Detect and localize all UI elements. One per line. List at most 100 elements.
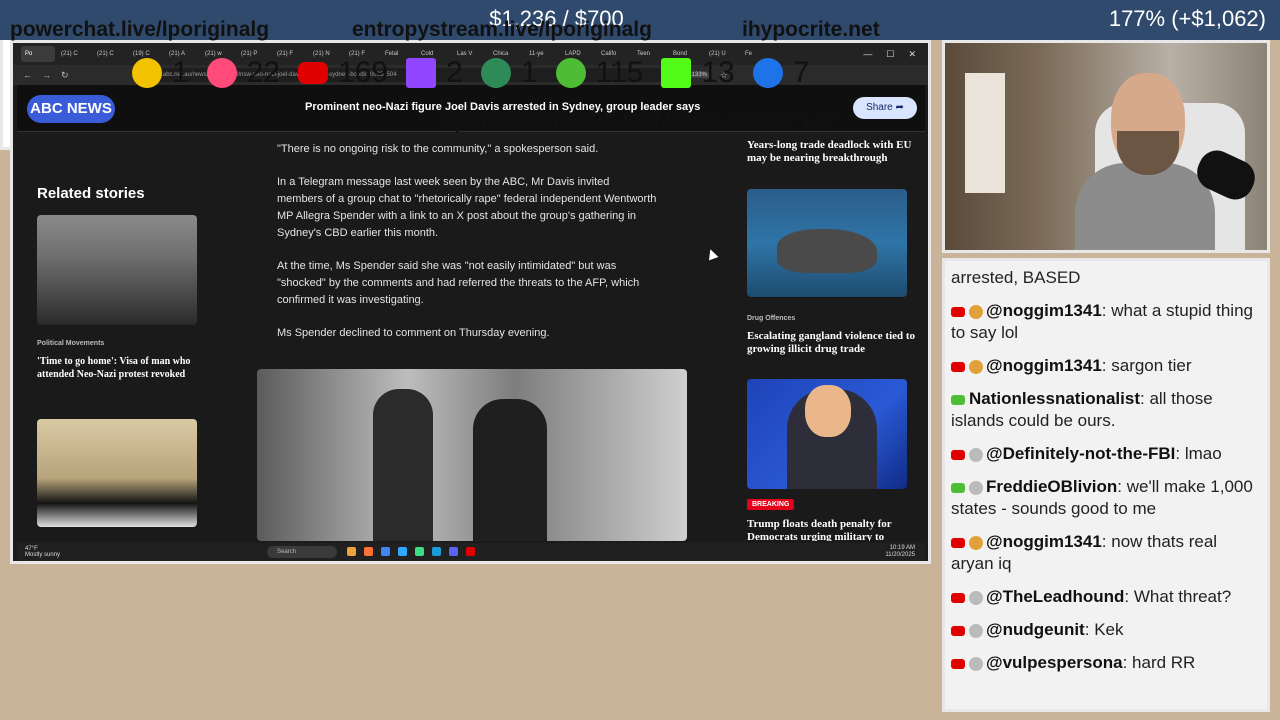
clock-date: 11/20/2025 [885, 552, 915, 558]
twitch-icon [406, 58, 437, 88]
avatar [969, 304, 983, 319]
chat-panel: arrested, BASED @noggim1341: what a stup… [942, 258, 1270, 712]
article-paragraph: "There is no ongoing risk to the communi… [277, 143, 599, 155]
youtube-icon [951, 592, 965, 603]
stat-item: 2 [406, 56, 463, 90]
yellow-face-icon [132, 58, 162, 88]
chat-message: @TheLeadhound: What threat? [951, 586, 1263, 608]
chat-message: @nudgeunit: Kek [951, 619, 1263, 641]
app-icon[interactable] [415, 547, 424, 556]
weather-widget[interactable]: 47°F Mostly sunny [25, 546, 60, 558]
chat-username: @TheLeadhound [986, 587, 1125, 606]
chrome-icon[interactable] [381, 547, 390, 556]
portrait-face [805, 385, 851, 437]
chat-text: arrested, BASED [951, 268, 1081, 287]
stat-item: 169 [298, 56, 388, 90]
related-story-image[interactable] [37, 215, 197, 325]
stat-count: 1 [520, 56, 538, 89]
avatar [969, 535, 983, 550]
maximize-icon[interactable]: ☐ [886, 49, 894, 60]
powerchat-link: powerchat.live/lporiginalg [10, 18, 270, 41]
taskbar-apps [347, 547, 475, 556]
article-paragraph: In a Telegram message last week seen by … [277, 176, 657, 239]
sidebar-story-image[interactable] [747, 189, 907, 297]
breaking-badge: BREAKING [747, 499, 795, 510]
minimize-icon[interactable]: — [863, 49, 872, 60]
window-controls: — ☐ ✕ [863, 49, 928, 60]
app-icon[interactable] [432, 547, 441, 556]
webcam-door [965, 73, 1005, 193]
windows-taskbar: 47°F Mostly sunny Search 10:19 AM 11/20/… [17, 543, 925, 561]
sidebar-story-title[interactable]: Years-long trade deadlock with EU may be… [747, 139, 917, 165]
chat-username: FreddieOBlivion [986, 477, 1118, 496]
stat-count: 115 [595, 56, 644, 89]
app-icon[interactable] [466, 547, 475, 556]
file-explorer-icon[interactable] [347, 547, 356, 556]
youtube-icon [951, 361, 965, 372]
related-story-image[interactable] [37, 419, 197, 527]
donation-percent: 177% (+$1,062) [1108, 6, 1266, 31]
stat-item: 13 [661, 56, 735, 90]
related-stories-heading: Related stories [37, 185, 145, 202]
article-video[interactable] [257, 369, 687, 541]
avatar [969, 656, 983, 671]
chat-username: @noggim1341 [986, 356, 1102, 375]
chat-username: @noggim1341 [986, 301, 1102, 320]
chat-message: @noggim1341: what a stupid thing to say … [951, 301, 1253, 342]
avatar [969, 359, 983, 374]
stat-count: 169 [338, 56, 389, 89]
boat-shape [777, 229, 877, 273]
youtube-icon [298, 62, 329, 84]
reload-icon[interactable]: ↻ [61, 70, 69, 81]
avatar [969, 590, 983, 605]
rumble-icon [951, 394, 965, 405]
stat-count: 1 [172, 56, 189, 89]
stat-count: 22 [246, 56, 281, 89]
youtube-icon [951, 625, 965, 636]
article-paragraph: At the time, Ms Spender said she was "no… [277, 260, 640, 306]
related-story-label: Political Movements [37, 340, 105, 347]
browser-tab[interactable]: (21) C [57, 46, 91, 62]
viewer-stats: 1 22 169 2 1 115 13 7 [132, 56, 809, 90]
related-story-title[interactable]: 'Time to go home': Visa of man who atten… [37, 355, 197, 381]
entropystream-link: entropystream.live/lporiginalg [352, 18, 652, 41]
close-icon[interactable]: ✕ [908, 49, 916, 60]
chat-message: FreddieOBlivion: we'll make 1,000 states… [951, 477, 1253, 518]
avatar [969, 447, 983, 462]
stat-item: 7 [752, 56, 810, 90]
mouse-cursor-icon [705, 247, 719, 261]
sidebar-story-title[interactable]: Escalating gangland violence tied to gro… [747, 330, 917, 356]
rumble-icon [951, 482, 965, 493]
sidebar-story-image[interactable] [747, 379, 907, 489]
chat-text: hard RR [1132, 653, 1196, 672]
youtube-icon [951, 537, 965, 548]
stat-count: 7 [792, 56, 810, 89]
chat-username: @Definitely-not-the-FBI [986, 444, 1176, 463]
chat-username: Nationlessnationalist [969, 389, 1140, 408]
firefox-icon[interactable] [364, 547, 373, 556]
browser-tab[interactable]: (21) C [93, 46, 127, 62]
photoshop-icon[interactable] [398, 547, 407, 556]
clock-time: 10:19 AM [889, 545, 915, 551]
chat-message: @noggim1341: sargon tier [951, 355, 1263, 377]
back-icon[interactable]: ← [23, 70, 32, 80]
sidebar-story-title[interactable]: Trump floats death penalty for Democrats… [747, 518, 917, 541]
chat-message: arrested, BASED [951, 267, 1263, 289]
chat-username: @vulpespersona [986, 653, 1123, 672]
taskbar-clock[interactable]: 10:19 AM 11/20/2025 [885, 545, 915, 559]
rumble-icon [555, 58, 586, 88]
moon-icon [752, 58, 783, 88]
chat-text: What threat? [1133, 587, 1232, 606]
webcam-streamer-body [1075, 163, 1215, 250]
tab-active[interactable]: Po [21, 46, 55, 62]
pink-asterisk-icon [206, 58, 237, 88]
forward-icon[interactable]: → [42, 70, 51, 80]
chat-username: @nudgeunit [986, 620, 1085, 639]
discord-icon[interactable] [449, 547, 458, 556]
webcam-feed [942, 40, 1270, 253]
youtube-icon [951, 658, 965, 669]
taskbar-search[interactable]: Search [267, 546, 337, 558]
green-globe-icon [480, 58, 511, 88]
chat-messages: arrested, BASED @noggim1341: what a stup… [951, 267, 1263, 685]
stat-item: 1 [480, 56, 538, 90]
